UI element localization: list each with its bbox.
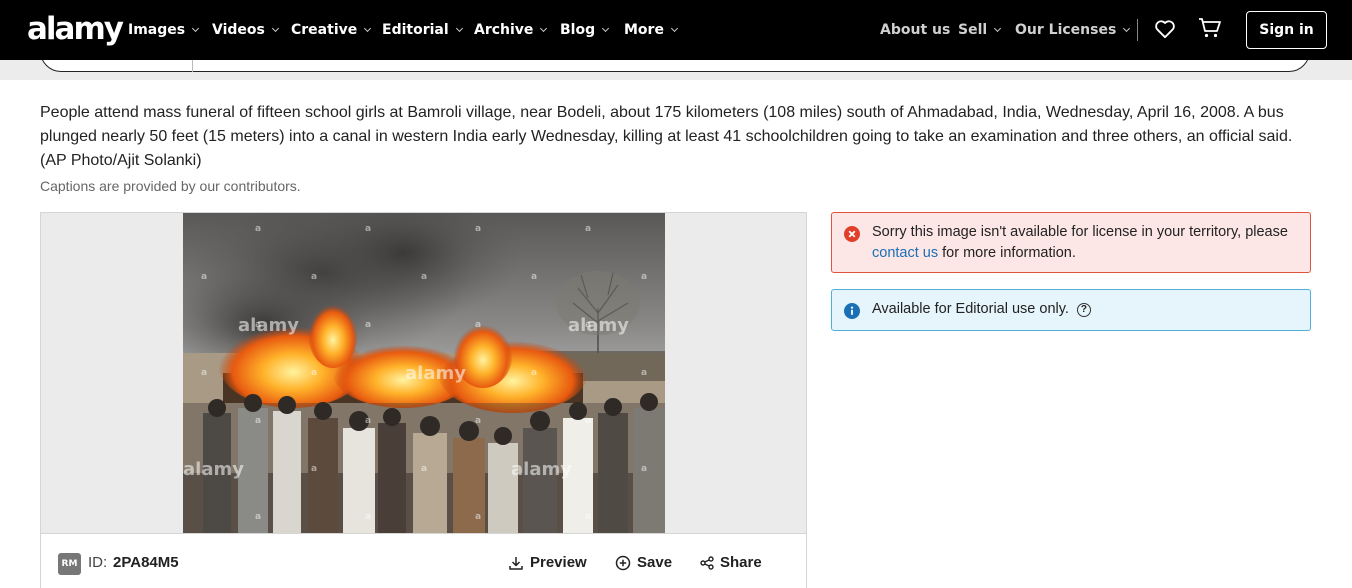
- watermark-text: alamy: [405, 363, 466, 384]
- svg-text:a: a: [255, 224, 261, 234]
- watermark-text: alamy: [568, 315, 629, 336]
- watermark-text: alamy: [183, 459, 244, 480]
- watermark-text: alamy: [238, 315, 299, 336]
- nav-divider: [1137, 19, 1138, 41]
- svg-text:a: a: [475, 320, 481, 330]
- id-label: ID:: [88, 554, 108, 571]
- nav-about-us[interactable]: About us: [880, 20, 950, 40]
- nav-creative[interactable]: Creative: [291, 20, 372, 40]
- nav-blog[interactable]: Blog: [560, 20, 610, 40]
- chevron-down-icon: [364, 24, 372, 33]
- save-button[interactable]: Save: [615, 551, 672, 575]
- top-nav: alamy Images Videos Creative Editorial A…: [0, 0, 1352, 60]
- svg-text:a: a: [475, 224, 481, 234]
- image-toolbar: RM ID: 2PA84M5 Preview Save Share: [40, 533, 807, 588]
- sign-in-button[interactable]: Sign in: [1246, 11, 1327, 49]
- svg-text:a: a: [365, 416, 371, 426]
- svg-text:a: a: [201, 368, 207, 378]
- chevron-down-icon: [994, 24, 1002, 33]
- chevron-down-icon: [455, 24, 463, 33]
- preview-button[interactable]: Preview: [508, 551, 587, 575]
- svg-text:a: a: [421, 272, 427, 282]
- svg-text:a: a: [641, 368, 647, 378]
- nav-images[interactable]: Images: [128, 20, 200, 40]
- svg-text:a: a: [531, 368, 537, 378]
- search-bar[interactable]: [40, 60, 1310, 72]
- chevron-down-icon: [1123, 24, 1131, 33]
- svg-text:a: a: [311, 368, 317, 378]
- rm-badge: RM: [58, 553, 81, 575]
- funeral-photo[interactable]: alamy alamy alamy alamy alamy a a a a a a a a a…: [183, 213, 665, 534]
- nav-our-licenses[interactable]: Our Licenses: [1015, 20, 1131, 40]
- nav-videos[interactable]: Videos: [212, 20, 279, 40]
- image-panel: alamy alamy alamy alamy alamy a a a a a a a a a…: [40, 212, 807, 534]
- photo-illustration: alamy alamy alamy alamy alamy a a a a a a a a a…: [183, 213, 665, 534]
- error-text-prefix: Sorry this image isn't available for lic…: [872, 224, 1288, 240]
- svg-text:a: a: [365, 320, 371, 330]
- plus-circle-icon: [615, 555, 631, 571]
- question-circle-icon[interactable]: ?: [1076, 303, 1091, 317]
- error-text-suffix: for more information.: [938, 245, 1076, 261]
- svg-text:a: a: [585, 320, 591, 330]
- svg-text:a: a: [585, 512, 591, 522]
- nav-editorial[interactable]: Editorial: [382, 20, 463, 40]
- svg-text:a: a: [311, 272, 317, 282]
- nav-creative-label: Creative: [291, 22, 358, 38]
- nav-blog-label: Blog: [560, 22, 596, 38]
- watermark-text: alamy: [511, 459, 572, 480]
- svg-text:a: a: [585, 224, 591, 234]
- svg-text:a: a: [365, 512, 371, 522]
- svg-text:a: a: [475, 416, 481, 426]
- svg-text:a: a: [641, 272, 647, 282]
- chevron-down-icon: [602, 24, 610, 33]
- svg-text:a: a: [255, 512, 261, 522]
- caption-note: Captions are provided by our contributor…: [40, 178, 301, 194]
- svg-text:a: a: [421, 464, 427, 474]
- nav-images-label: Images: [128, 22, 186, 38]
- info-text: Available for Editorial use only.: [872, 301, 1069, 317]
- svg-text:a: a: [255, 416, 261, 426]
- download-icon: [509, 557, 523, 570]
- svg-text:a: a: [201, 272, 207, 282]
- svg-text:a: a: [311, 464, 317, 474]
- nav-more-label: More: [624, 22, 664, 38]
- nav-archive[interactable]: Archive: [474, 20, 548, 40]
- save-label: Save: [637, 554, 673, 571]
- image-id: 2PA84M5: [113, 554, 179, 571]
- share-button[interactable]: Share: [700, 551, 762, 575]
- editorial-use-alert: Available for Editorial use only.?: [831, 289, 1311, 331]
- license-unavailable-alert: Sorry this image isn't available for lic…: [831, 212, 1311, 273]
- nav-archive-label: Archive: [474, 22, 534, 38]
- svg-text:a: a: [475, 512, 481, 522]
- nav-sell[interactable]: Sell: [958, 20, 1002, 40]
- nav-licenses-label: Our Licenses: [1015, 22, 1117, 38]
- nav-more[interactable]: More: [624, 20, 678, 40]
- search-separator: [192, 60, 193, 72]
- svg-text:a: a: [365, 224, 371, 234]
- search-strip: [0, 60, 1352, 80]
- chevron-down-icon: [192, 24, 200, 33]
- alamy-logo[interactable]: alamy: [27, 10, 124, 48]
- svg-text:a: a: [641, 464, 647, 474]
- chevron-down-icon: [271, 24, 279, 33]
- contact-us-link[interactable]: contact us: [872, 245, 938, 261]
- chevron-down-icon: [540, 24, 548, 33]
- heart-icon[interactable]: [1154, 19, 1176, 39]
- nav-videos-label: Videos: [212, 22, 265, 38]
- info-message: Available for Editorial use only.?: [872, 299, 1091, 320]
- nav-editorial-label: Editorial: [382, 22, 449, 38]
- share-icon: [700, 556, 714, 570]
- info-icon: [844, 303, 860, 319]
- image-caption: People attend mass funeral of fifteen sc…: [40, 104, 1293, 169]
- error-icon: [844, 226, 860, 242]
- preview-label: Preview: [530, 554, 587, 571]
- svg-text:a: a: [255, 320, 261, 330]
- chevron-down-icon: [670, 24, 678, 33]
- nav-sell-label: Sell: [958, 22, 988, 38]
- error-message: Sorry this image isn't available for lic…: [872, 222, 1292, 264]
- svg-text:a: a: [531, 272, 537, 282]
- svg-text:a: a: [585, 416, 591, 426]
- share-label: Share: [720, 554, 762, 571]
- cart-icon[interactable]: [1198, 17, 1222, 39]
